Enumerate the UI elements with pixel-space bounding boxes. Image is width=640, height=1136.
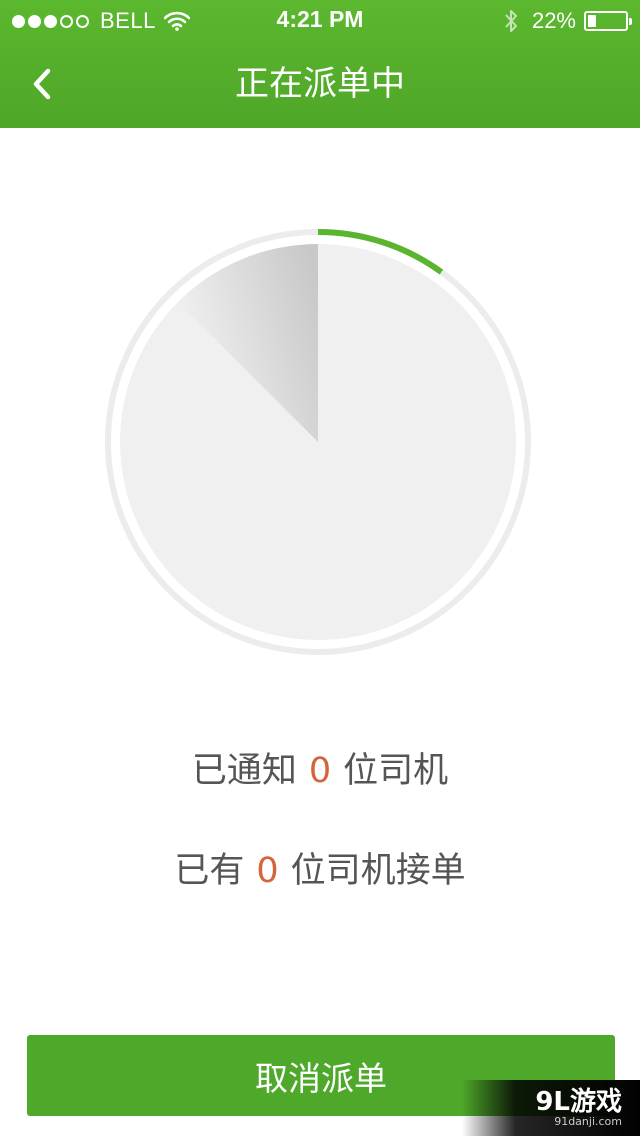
radar-track-ring xyxy=(105,229,531,655)
page-title: 正在派单中 xyxy=(235,64,405,104)
site-watermark: 9L游戏 91danji.com xyxy=(462,1080,640,1136)
watermark-url: 91danji.com xyxy=(554,1115,622,1128)
watermark-logo-text: 9L游戏 xyxy=(535,1087,622,1117)
battery-percent: 22% xyxy=(531,8,576,33)
battery-icon xyxy=(584,11,632,31)
notified-suffix: 位司机 xyxy=(343,751,449,791)
header: BELL 4:21 PM 22% 正在派单中 xyxy=(0,0,640,128)
screen: BELL 4:21 PM 22% 正在派单中 已通知 0 位司机 已有 0 位司… xyxy=(0,0,640,1136)
status-bar: BELL 4:21 PM 22% xyxy=(0,0,640,40)
bluetooth-icon xyxy=(505,10,517,32)
notified-prefix: 已通知 xyxy=(191,751,297,791)
radar-disc xyxy=(120,244,516,640)
radar-progress xyxy=(105,229,531,655)
status-bar-right: 22% xyxy=(504,8,632,34)
chevron-left-icon xyxy=(33,68,51,100)
navigation-bar: 正在派单中 xyxy=(0,40,640,128)
notified-count: 0 xyxy=(308,751,332,791)
accepted-suffix: 位司机接单 xyxy=(290,851,466,891)
notified-drivers-text: 已通知 0 位司机 xyxy=(0,742,640,793)
accepted-count: 0 xyxy=(256,851,279,891)
radar-progress-arc xyxy=(317,229,444,275)
back-button[interactable] xyxy=(12,54,72,114)
accepted-drivers-text: 已有 0 位司机接单 xyxy=(0,842,640,893)
battery-level xyxy=(588,15,596,27)
battery-cap xyxy=(629,18,632,25)
radar-sweep xyxy=(178,244,318,442)
accepted-prefix: 已有 xyxy=(174,851,245,891)
